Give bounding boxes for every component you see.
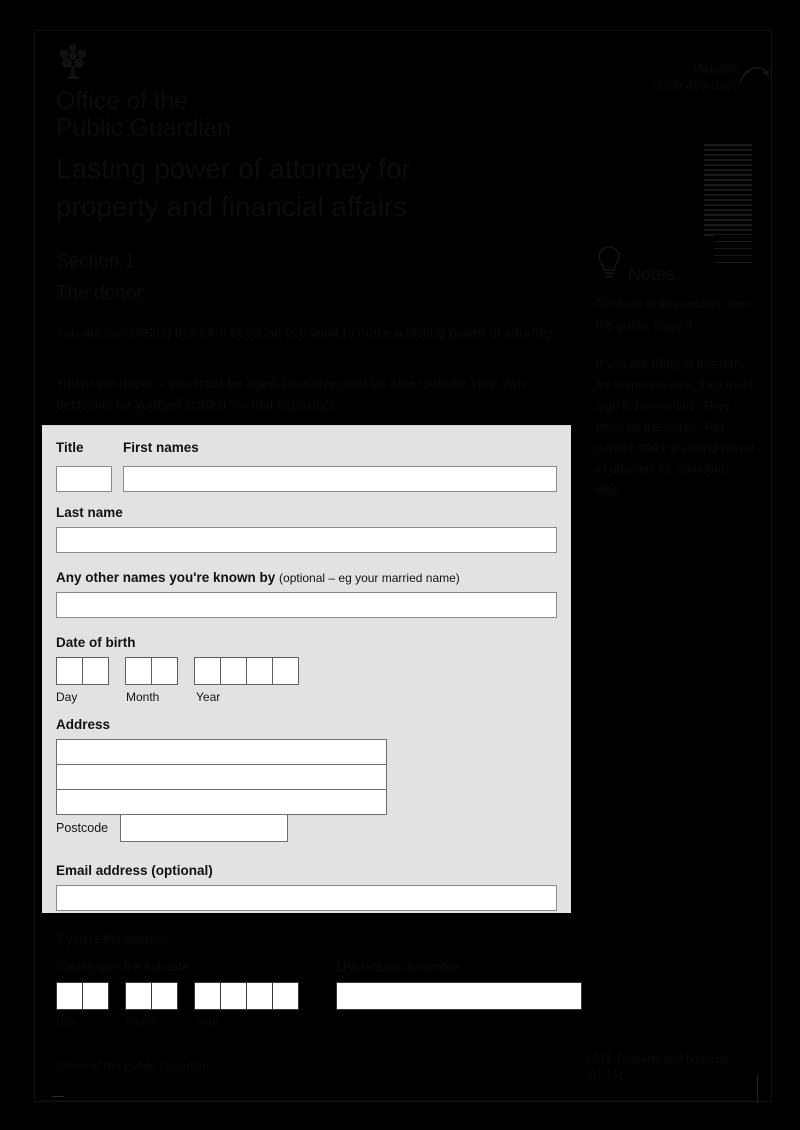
- section-number: Section 1: [56, 251, 136, 272]
- notes-paragraph-1: For help in this section, see the guide,…: [596, 297, 749, 332]
- bottom-day-digit-1[interactable]: [56, 982, 83, 1010]
- notes-title: Notes: [628, 264, 676, 284]
- lpa-reference-block: LPA reference number: [336, 958, 586, 1028]
- org-name-line1: Office of the: [56, 87, 188, 115]
- date-of-birth-label: Date of birth: [56, 635, 136, 650]
- royal-crest-icon: [56, 42, 90, 82]
- barcode: [704, 144, 752, 236]
- dob-month-digit-2[interactable]: [151, 657, 178, 685]
- helpline-number: 0300 456 0300: [653, 78, 740, 93]
- dob-year-digit-3[interactable]: [246, 657, 273, 685]
- dob-year-digit-1[interactable]: [194, 657, 221, 685]
- full-date-block: Please give the full date Day Month Year: [56, 958, 306, 1028]
- day-caption: Day: [56, 690, 78, 704]
- address-label: Address: [56, 717, 111, 732]
- footer-right-text: LP1F Property and financial (07.15): [586, 1052, 728, 1084]
- bottom-year-digit-4[interactable]: [272, 982, 299, 1010]
- bottom-date-captions: Day Month Year: [56, 1016, 306, 1028]
- title-line-2: property and financial affairs: [56, 191, 408, 222]
- dob-year-group: [194, 657, 299, 685]
- dob-day-digit-1[interactable]: [56, 657, 83, 685]
- address-group: [56, 739, 387, 815]
- title-label: Title: [56, 440, 84, 455]
- section-name: The donor: [56, 283, 143, 304]
- form-page: Office of the Public Guardian Helpline 0…: [0, 0, 800, 1130]
- bottom-year-digit-2[interactable]: [220, 982, 247, 1010]
- postcode-input[interactable]: [120, 814, 288, 842]
- bottom-year-group: [194, 982, 299, 1010]
- attorney-bottom-section: If you're the attorney Please give the f…: [56, 930, 756, 1028]
- dob-day-digit-2[interactable]: [82, 657, 109, 685]
- bottom-day-group: [56, 982, 109, 1010]
- org-name-line2: Public Guardian: [56, 114, 231, 142]
- postcode-group: Postcode: [56, 814, 557, 842]
- helpline-block: Helpline 0300 456 0300: [653, 60, 740, 94]
- footer-divider: [46, 1100, 758, 1101]
- other-names-label: Any other names you're known by (optiona…: [56, 569, 557, 587]
- last-name-input[interactable]: [56, 527, 557, 553]
- footer-crop-mark-right: [757, 1075, 758, 1103]
- address-line-1-input[interactable]: [56, 739, 387, 765]
- other-names-optional-text: (optional – eg your married name): [279, 571, 460, 585]
- footer-crop-mark-left: [52, 1096, 64, 1097]
- bottom-day-caption: Day: [56, 1016, 77, 1028]
- address-line-3-input[interactable]: [56, 789, 387, 815]
- email-input[interactable]: [56, 885, 557, 911]
- date-captions: Day Month Year: [56, 690, 557, 704]
- bottom-month-caption: Month: [126, 1016, 158, 1028]
- helpline-label: Helpline: [693, 61, 740, 76]
- other-names-input[interactable]: [56, 592, 557, 618]
- footer-code-line1: LP1F Property and financial: [586, 1054, 728, 1066]
- title-input[interactable]: [56, 466, 112, 492]
- footer-code-line2: (07.15): [586, 1070, 623, 1082]
- month-caption: Month: [126, 690, 160, 704]
- bottom-year-digit-1[interactable]: [194, 982, 221, 1010]
- dob-month-digit-1[interactable]: [125, 657, 152, 685]
- bottom-year-caption: Year: [196, 1016, 220, 1028]
- last-name-label: Last name: [56, 505, 123, 520]
- bottom-day-digit-2[interactable]: [82, 982, 109, 1010]
- notes-sidebar: Notes For help in this section, see the …: [596, 232, 756, 519]
- email-label: Email address (optional): [56, 863, 213, 878]
- lpa-ref-input[interactable]: [336, 982, 582, 1010]
- first-names-label: First names: [123, 440, 199, 455]
- organisation-name: Office of the Public Guardian: [56, 88, 316, 142]
- intro-paragraph-2: You're the donor – you must be aged 18 o…: [56, 376, 526, 412]
- footer-left-text: Office of the Public Guardian: [56, 1059, 210, 1073]
- title-line-1: Lasting power of attorney for: [56, 153, 411, 184]
- bottom-month-digit-2[interactable]: [151, 982, 178, 1010]
- dob-day-group: [56, 657, 109, 685]
- dob-year-digit-2[interactable]: [220, 657, 247, 685]
- address-line-2-input[interactable]: [56, 764, 387, 790]
- curved-arrow-icon: [738, 62, 772, 88]
- notes-body: For help in this section, see the guide,…: [596, 294, 756, 501]
- organisation-branding: Office of the Public Guardian: [56, 42, 316, 142]
- bottom-year-digit-3[interactable]: [246, 982, 273, 1010]
- donor-details-form: Title First names Last name Any other na…: [42, 425, 571, 913]
- year-caption: Year: [196, 690, 221, 704]
- postcode-label: Postcode: [56, 821, 109, 835]
- attorney-note: If you're the attorney: [56, 932, 170, 946]
- page-title: Lasting power of attorney for property a…: [56, 150, 526, 226]
- lpa-ref-label: LPA reference number: [336, 960, 461, 974]
- date-of-birth-group: [56, 657, 557, 685]
- intro-paragraph-1: You are completing this form because you…: [56, 325, 556, 340]
- notes-paragraph-2: If you are filling in this form for some…: [596, 357, 756, 497]
- first-names-input[interactable]: [123, 466, 557, 492]
- full-date-label: Please give the full date: [56, 960, 189, 974]
- lightbulb-icon: [596, 244, 622, 284]
- bottom-month-digit-1[interactable]: [125, 982, 152, 1010]
- dob-month-group: [125, 657, 178, 685]
- dob-year-digit-4[interactable]: [272, 657, 299, 685]
- bottom-month-group: [125, 982, 178, 1010]
- other-names-label-text: Any other names you're known by: [56, 570, 276, 585]
